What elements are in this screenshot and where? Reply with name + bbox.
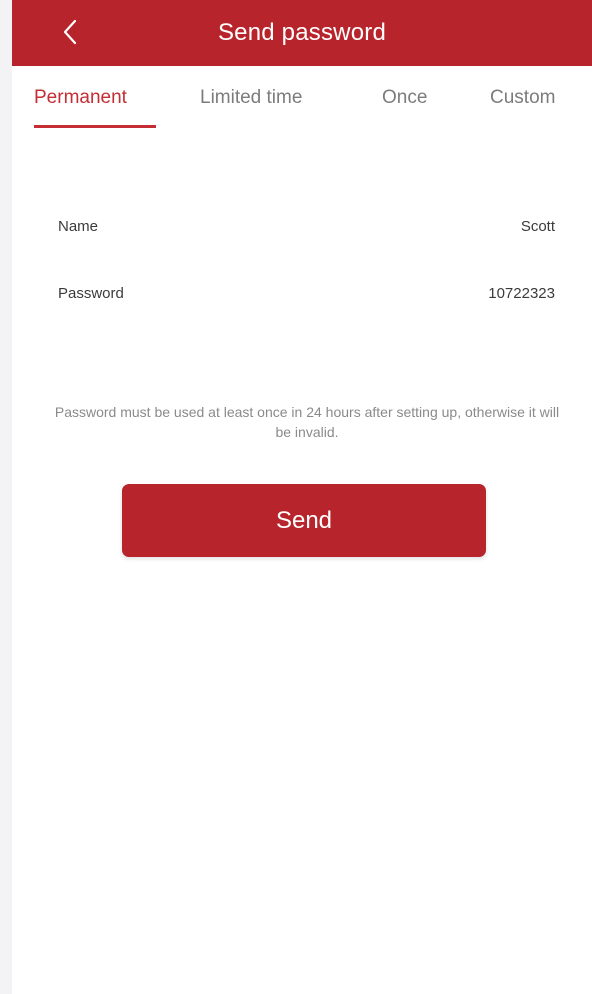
password-row[interactable]: Password 10722323 xyxy=(12,265,592,325)
password-label: Password xyxy=(58,285,124,302)
tab-bar: Permanent Limited time Once Custom xyxy=(12,66,592,136)
tab-limited-time[interactable]: Limited time xyxy=(200,87,302,109)
tab-permanent[interactable]: Permanent xyxy=(34,87,127,109)
send-button[interactable]: Send xyxy=(122,484,486,557)
top-bar: Send password xyxy=(12,0,592,66)
validity-hint: Password must be used at least once in 2… xyxy=(54,404,560,440)
app-screen: Send password Permanent Limited time Onc… xyxy=(12,0,592,994)
tab-once[interactable]: Once xyxy=(382,87,427,109)
active-tab-indicator xyxy=(34,125,156,128)
name-row[interactable]: Name Scott xyxy=(12,198,592,258)
page-title: Send password xyxy=(217,19,387,46)
password-value[interactable]: 10722323 xyxy=(488,285,555,302)
name-label: Name xyxy=(58,218,99,235)
tab-custom[interactable]: Custom xyxy=(490,87,555,109)
name-value[interactable]: Scott xyxy=(521,218,555,235)
